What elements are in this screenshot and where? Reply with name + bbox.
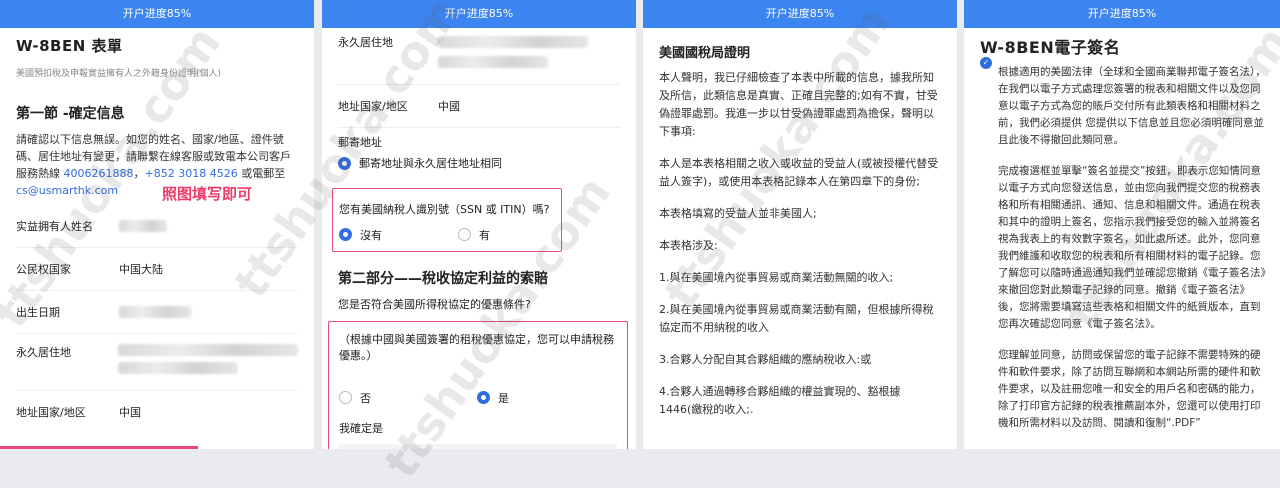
form-panel-tax: 开户进度85% 永久居住地 地址国家/地区 中國 郵寄地址 郵寄地址與永久居住地…: [322, 0, 636, 449]
treaty-no-radio[interactable]: 否: [339, 390, 371, 406]
tin-question-box: 您有美國納稅人識別號（SSN 或 ITIN）嗎? 沒有 有: [332, 187, 562, 252]
page-title: 美國國稅局證明: [659, 46, 751, 61]
progress-bar: 开户进度85%: [643, 0, 957, 28]
treaty-text: （根據中國與美國簽署的租稅優惠協定，您可以申請稅務優惠。）: [339, 332, 614, 362]
progress-bar: 开户进度85%: [964, 0, 1280, 28]
cert-paragraph: 本表格涉及:: [659, 239, 718, 252]
tin-question: 您有美國納稅人識別號（SSN 或 ITIN）嗎?: [339, 202, 550, 216]
mailing-same-radio[interactable]: 郵寄地址與永久居住地址相同: [338, 155, 502, 171]
page-title: W-8BEN 表單: [16, 37, 123, 55]
info-paragraph: 請確認以下信息無誤。如您的姓名、國家/地區、證件號碼、居住地址有變更，請聯繫在線…: [16, 133, 291, 197]
phone-link-2[interactable]: +852 3018 4526: [145, 167, 238, 180]
page-subtitle: 美國預扣稅及申報實益擁有人之外籍身份證明(個人): [16, 69, 222, 79]
treaty-question: 您是否符合美國所得稅協定的優惠條件?: [338, 297, 531, 311]
field-row-residence[interactable]: 永久居住地: [338, 34, 620, 72]
field-row-birthdate[interactable]: 出生日期: [16, 291, 298, 333]
esign-paragraph: 完成複選框並單擊“簽名並提交”按鈕，即表示您知情同意以電子方式向您發送信息，並由…: [998, 165, 1266, 330]
cert-item: 2.與在美國境內從事貿易或商業活動有關，但根據所得稅協定而不用納稅的收入: [659, 303, 934, 334]
field-row-name[interactable]: 实益拥有人姓名: [16, 205, 298, 247]
form-panel-identity: 开户进度85% W-8BEN 表單 美國預扣稅及申報實益擁有人之外籍身份證明(個…: [0, 0, 314, 449]
esign-paragraph: 您理解並同意，訪問或保留您的電子記錄不需要特殊的硬件和軟件要求，除了訪問互聯網和…: [998, 349, 1261, 429]
esign-paragraph: 根據適用的美國法律（全球和全國商業聯邦電子簽名法），在我們以電子方式處理您簽署的…: [998, 66, 1266, 146]
cert-paragraph: 本人是本表格相關之收入或收益的受益人(或被授權代替受益人簽字)，或使用本表格記錄…: [659, 157, 939, 188]
radio-selected-icon: [338, 156, 351, 170]
annotation-text: 照图填写即可: [162, 185, 253, 203]
progress-bar: 开户进度85%: [322, 0, 636, 28]
field-row-citizenship[interactable]: 公民权国家 中国大陆: [16, 248, 298, 290]
cert-paragraph: 本人聲明，我已仔細檢查了本表中所載的信息，據我所知及所信，此類信息是真實、正確且…: [659, 71, 938, 138]
tin-yes-radio[interactable]: 有: [458, 227, 490, 243]
blurred-value: [438, 36, 588, 48]
certification-panel: 开户进度85% 美國國稅局證明 本人聲明，我已仔細檢查了本表中所載的信息，據我所…: [643, 0, 957, 449]
blurred-value: [118, 344, 298, 356]
field-row-country[interactable]: 地址国家/地区 中国: [16, 391, 298, 433]
cert-item: 3.合夥人分配自其合夥組織的應納稅收入:或: [659, 353, 872, 366]
tin-no-radio[interactable]: 沒有: [339, 227, 382, 243]
mailing-label: 郵寄地址: [338, 136, 382, 149]
radio-unselected-icon: [458, 228, 471, 241]
page-title: W-8BEN電子簽名: [980, 38, 1121, 57]
field-row-residence[interactable]: 永久居住地: [16, 334, 298, 390]
radio-unselected-icon: [339, 391, 352, 404]
treaty-box: （根據中國與美國簽署的租稅優惠協定，您可以申請稅務優惠。） 否 是 我確定是: [328, 320, 628, 449]
cert-paragraph: 本表格填寫的受益人並非美國人;: [659, 207, 817, 220]
confirm-label: 我確定是: [339, 421, 383, 435]
radio-selected-icon: [339, 228, 352, 241]
confirm-input[interactable]: [339, 443, 617, 449]
phone-link-1[interactable]: 4006261888: [64, 167, 134, 180]
section-title: 第二部分——稅收協定利益的索賠: [338, 270, 548, 287]
blurred-value: [438, 56, 548, 68]
blurred-value: [119, 220, 167, 232]
blurred-value: [119, 306, 191, 318]
email-link[interactable]: cs@usmarthk.com: [16, 184, 118, 197]
treaty-yes-radio[interactable]: 是: [477, 390, 509, 406]
cert-item: 1.與在美國境內從事貿易或商業活動無關的收入;: [659, 271, 894, 284]
field-row-country[interactable]: 地址国家/地区 中國: [338, 85, 620, 127]
esign-panel: 开户进度85% W-8BEN電子簽名 ✓ 根據適用的美國法律（全球和全國商業聯邦…: [964, 0, 1280, 449]
cert-item: 4.合夥人通過轉移合夥組織的權益實現的、豁根據1446(繳稅的收入;.: [659, 385, 901, 416]
section-title: 第一節 -確定信息: [16, 106, 125, 122]
blurred-value: [118, 362, 238, 374]
radio-selected-icon: [477, 391, 490, 404]
progress-bar: 开户进度85%: [0, 0, 314, 28]
